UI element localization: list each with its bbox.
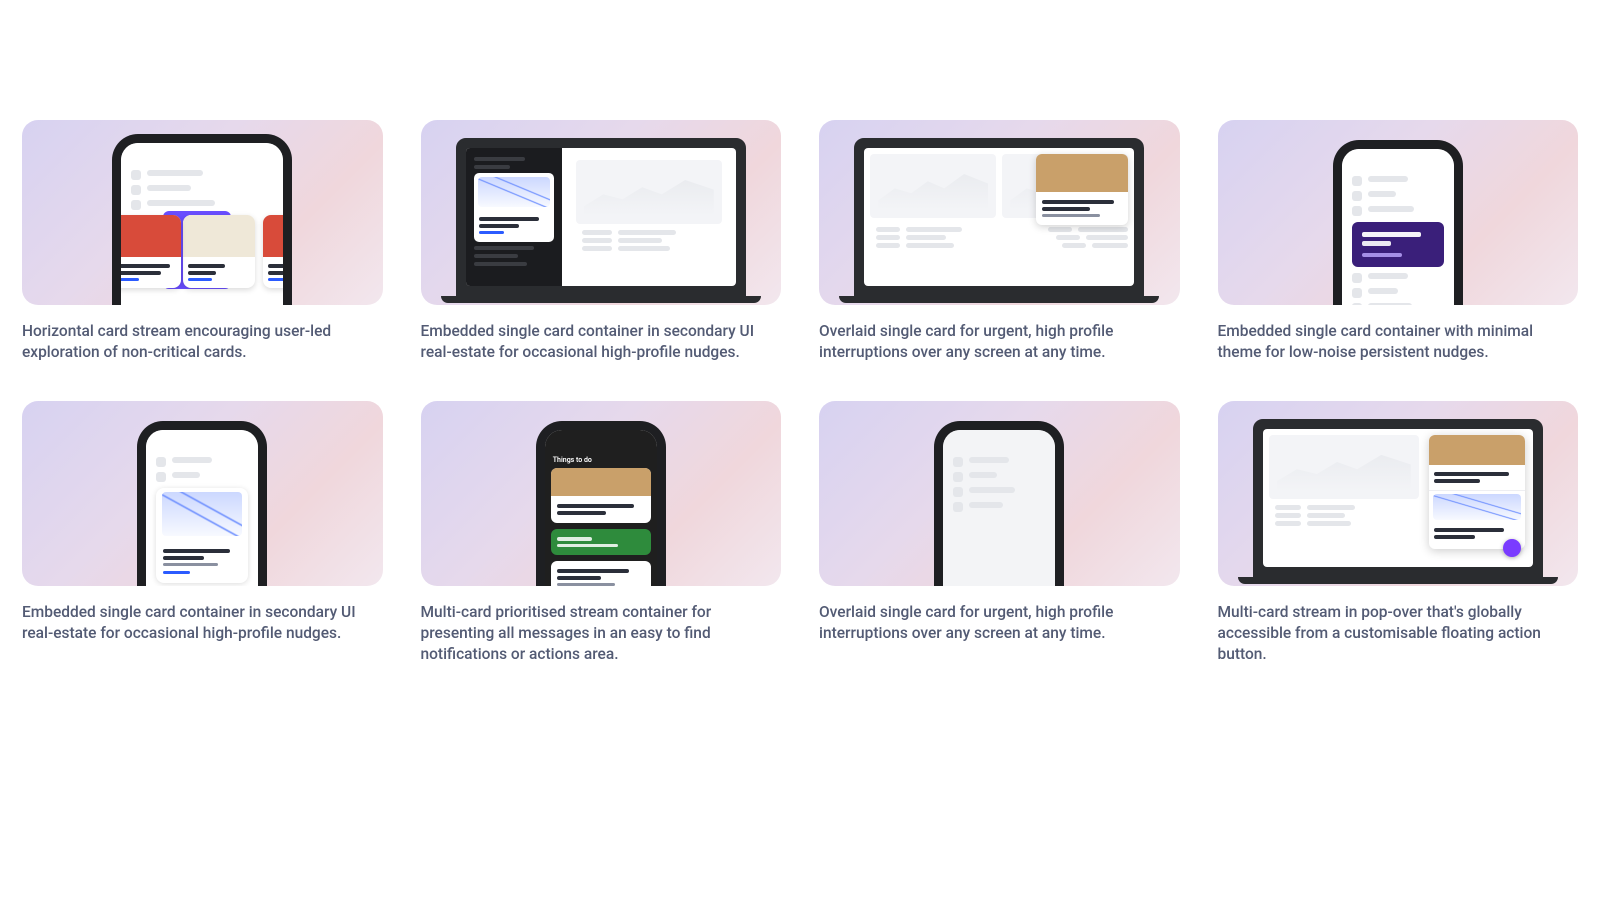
laptop-device xyxy=(441,138,761,305)
tile-illustration: Your 90 second Super fund performance up… xyxy=(819,401,1180,586)
tile-embedded-laptop: Embedded single card container in second… xyxy=(421,120,782,363)
floating-action-button[interactable] xyxy=(1503,539,1521,557)
stream-card xyxy=(551,561,651,586)
tile-horizontal-stream: Horizontal card stream encouraging user-… xyxy=(22,120,383,363)
tile-embedded-phone: Embedded single card container in second… xyxy=(22,401,383,665)
embedded-card xyxy=(156,488,248,583)
dark-sidebar xyxy=(466,148,562,286)
stream-heading: Things to do xyxy=(551,452,651,468)
tile-caption: Horizontal card stream encouraging user-… xyxy=(22,321,383,363)
tile-popover-fab-laptop: Multi-card stream in pop-over that's glo… xyxy=(1218,401,1579,665)
tile-caption: Multi-card prioritised stream container … xyxy=(421,602,782,665)
tile-illustration xyxy=(819,120,1180,305)
tile-caption: Embedded single card container in second… xyxy=(421,321,782,363)
phone-device: Things to do xyxy=(536,421,666,586)
tile-minimal-banner-phone: Embedded single card container with mini… xyxy=(1218,120,1579,363)
tile-caption: Overlaid single card for urgent, high pr… xyxy=(819,321,1180,363)
embedded-card xyxy=(474,173,554,242)
product-card xyxy=(263,215,283,288)
horizontal-card-stream xyxy=(121,215,283,288)
phone-device xyxy=(1333,140,1463,305)
tile-overlay-laptop: Overlaid single card for urgent, high pr… xyxy=(819,120,1180,363)
phone-device xyxy=(137,421,267,586)
phone-device xyxy=(112,134,292,305)
tile-illustration xyxy=(22,401,383,586)
tile-caption: Embedded single card container with mini… xyxy=(1218,321,1579,363)
tile-illustration xyxy=(22,120,383,305)
card-stream: Things to do xyxy=(545,452,657,586)
stream-card xyxy=(551,529,651,555)
product-card xyxy=(183,215,255,288)
tile-multi-card-stream-phone: Things to do xyxy=(421,401,782,665)
laptop-device xyxy=(1238,419,1558,586)
tile-caption: Embedded single card container in second… xyxy=(22,602,383,644)
stream-card xyxy=(551,468,651,523)
minimal-banner-card xyxy=(1352,222,1444,267)
tile-illustration: Things to do xyxy=(421,401,782,586)
tile-caption: Multi-card stream in pop-over that's glo… xyxy=(1218,602,1579,665)
popover-card-stream xyxy=(1429,435,1525,549)
tile-caption: Overlaid single card for urgent, high pr… xyxy=(819,602,1180,644)
tile-overlay-sheet-phone: Your 90 second Super fund performance up… xyxy=(819,401,1180,665)
laptop-device xyxy=(839,138,1159,305)
tile-illustration xyxy=(421,120,782,305)
overlay-card xyxy=(1036,154,1128,225)
tile-illustration xyxy=(1218,401,1579,586)
phone-device: Your 90 second Super fund performance up… xyxy=(934,421,1064,586)
tile-illustration xyxy=(1218,120,1579,305)
product-card xyxy=(121,215,181,288)
tile-grid: Horizontal card stream encouraging user-… xyxy=(22,120,1578,665)
